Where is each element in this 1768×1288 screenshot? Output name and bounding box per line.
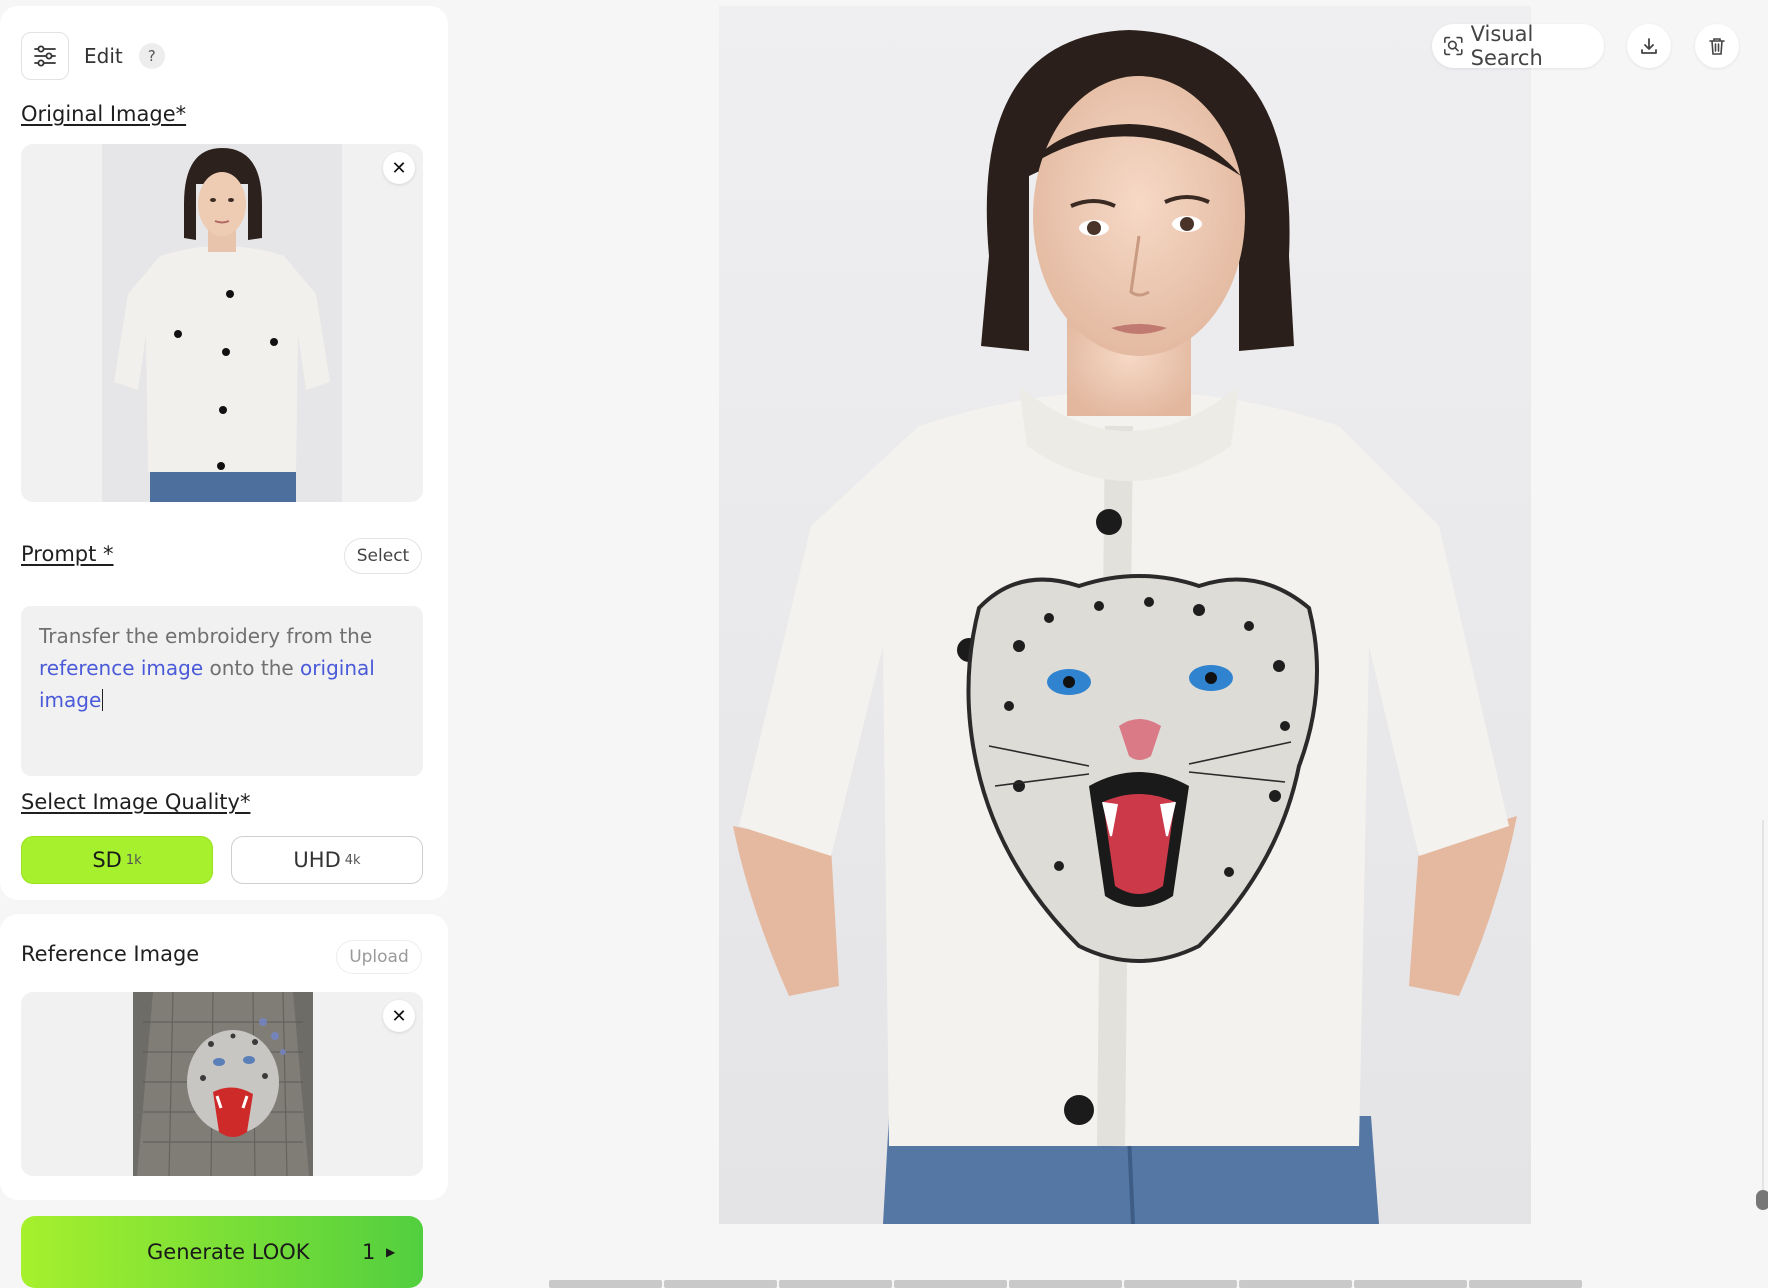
original-image-label: Original Image* [21,102,187,126]
quality-uhd-label: UHD [293,848,341,872]
trash-icon [1709,38,1725,55]
history-thumbnail[interactable] [1469,1280,1582,1288]
reference-image-thumbnail [133,992,313,1176]
original-image-box[interactable]: ✕ [21,144,423,502]
scrollbar-thumb[interactable] [1756,1190,1768,1210]
quality-sd-label: SD [92,848,122,872]
delete-button[interactable] [1695,24,1739,68]
generate-label: Generate LOOK [147,1240,310,1264]
reference-image-mention[interactable]: reference image [39,656,203,680]
prompt-label: Prompt * [21,542,114,566]
edit-header: Edit ? [21,32,165,80]
quality-sd-button[interactable]: SD 1k [21,836,213,884]
quality-uhd-button[interactable]: UHD 4k [231,836,423,884]
generate-look-button[interactable]: Generate LOOK 1 ▶ [21,1216,423,1288]
reference-image-title: Reference Image [21,942,200,966]
prompt-textarea[interactable]: Transfer the embroidery from the referen… [21,606,423,776]
close-icon: ✕ [391,157,407,179]
close-icon: ✕ [391,1005,407,1027]
quality-sd-sub: 1k [125,852,142,868]
prompt-text-part: onto the [203,656,301,680]
reference-panel: Reference Image Upload ✕ [0,914,448,1200]
prompt-select-button[interactable]: Select [344,538,422,574]
edit-panel: Edit ? Original Image* ✕ Prompt * Select… [0,6,448,900]
history-thumbnail[interactable] [1009,1280,1122,1288]
edit-label: Edit [84,44,123,68]
visual-search-icon [1444,36,1463,56]
caret-right-icon: ▶ [386,1245,396,1259]
history-thumbnail[interactable] [1239,1280,1352,1288]
prompt-text-part: Transfer the embroidery from the [39,624,373,648]
sliders-icon [34,45,56,67]
history-thumbnail[interactable] [1124,1280,1237,1288]
history-thumbnail-strip [549,1280,1582,1288]
original-image-thumbnail [102,144,342,502]
history-thumbnail[interactable] [664,1280,777,1288]
reference-upload-button[interactable]: Upload [336,940,422,974]
reference-image-remove-button[interactable]: ✕ [383,1000,415,1032]
generated-image-canvas [719,6,1531,1224]
quality-label: Select Image Quality* [21,790,251,814]
original-image-remove-button[interactable]: ✕ [383,152,415,184]
reference-image-box[interactable]: ✕ [21,992,423,1176]
download-icon [1641,38,1657,54]
generate-count: 1 [362,1240,376,1264]
generated-image[interactable] [719,6,1531,1224]
history-thumbnail[interactable] [1354,1280,1467,1288]
settings-button[interactable] [21,32,69,80]
question-icon[interactable]: ? [138,43,165,69]
history-thumbnail[interactable] [894,1280,1007,1288]
text-cursor [102,689,104,711]
download-button[interactable] [1627,24,1671,68]
visual-search-button[interactable]: Visual Search [1432,22,1604,70]
history-thumbnail[interactable] [779,1280,892,1288]
visual-search-label: Visual Search [1470,22,1543,70]
quality-uhd-sub: 4k [344,852,361,868]
scrollbar-track[interactable] [1762,820,1764,1200]
history-thumbnail[interactable] [549,1280,662,1288]
